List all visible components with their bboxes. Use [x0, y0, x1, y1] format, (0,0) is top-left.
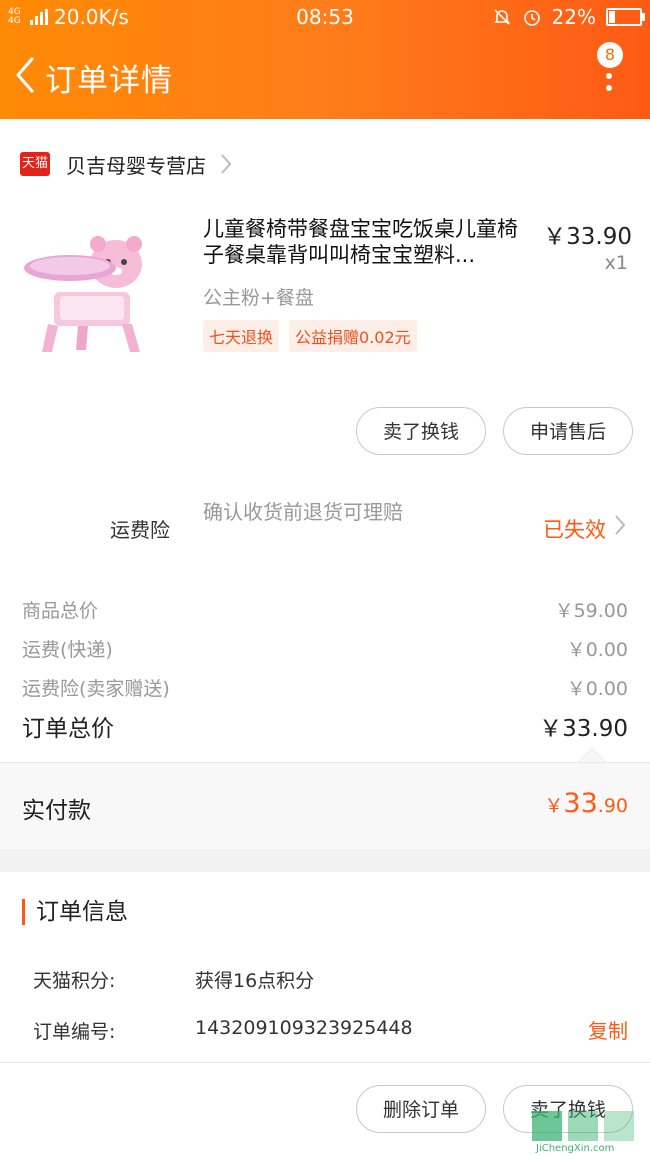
points-label: 天猫积分: [33, 970, 116, 992]
tag-charity: 公益捐赠0.02元 [289, 320, 417, 352]
battery-icon [606, 8, 645, 26]
sell-item-button[interactable]: 卖了换钱 [356, 407, 486, 455]
chevron-left-icon[interactable] [8, 53, 48, 97]
watermark-logo: JiChengXin.com [532, 1111, 634, 1153]
paid-label: 实付款 [22, 798, 91, 824]
chevron-right-icon [221, 154, 232, 174]
after-sale-button[interactable]: 申请售后 [503, 407, 633, 455]
copy-order-number-button[interactable]: 复制 [588, 1015, 628, 1044]
insurance-label: 运费险 [110, 518, 170, 542]
fee-value: ￥59.00 [554, 600, 628, 622]
points-value: 获得16点积分 [195, 970, 315, 992]
more-dot-icon [606, 73, 612, 79]
insurance-status[interactable]: 已失效 [543, 514, 606, 544]
status-bar: 4G 4G 20.0K/s 08:53 22% [0, 0, 650, 34]
watermark-text: JiChengXin.com [535, 1143, 614, 1153]
service-tags: 七天退换 公益捐赠0.02元 [203, 320, 417, 352]
paid-amount-row: 实付款 ￥33.90 [0, 762, 650, 849]
paid-currency: ￥ [544, 795, 564, 817]
fee-row-insurance: 运费险(卖家赠送) ￥0.00 [22, 674, 628, 701]
store-name: 贝吉母婴专营店 [66, 153, 206, 178]
notification-badge: 8 [597, 42, 623, 68]
product-title[interactable]: 儿童餐椅带餐盘宝宝吃饭桌儿童椅子餐桌靠背叫叫椅宝宝塑料... [203, 216, 535, 268]
points-row: 天猫积分: 获得16点积分 [33, 966, 314, 993]
fee-row-goods: 商品总价 ￥59.00 [22, 596, 628, 623]
order-total-value: ￥33.90 [539, 716, 628, 742]
fee-row-shipping: 运费(快递) ￥0.00 [22, 635, 628, 662]
product-sku: 公主粉+餐盘 [203, 287, 314, 309]
product-quantity: x1 [604, 252, 628, 274]
fee-value: ￥0.00 [566, 678, 628, 700]
more-dot-icon [606, 85, 612, 91]
delete-order-button[interactable]: 删除订单 [356, 1085, 486, 1133]
fee-value: ￥0.00 [566, 639, 628, 661]
product-price: ￥33.90 [543, 224, 632, 250]
divider [0, 1062, 650, 1063]
mute-bell-icon [493, 9, 510, 25]
order-product-card: 天猫 贝吉母婴专营店 儿童餐椅带餐盘宝宝吃饭桌儿童椅子餐桌靠背叫叫椅宝宝塑料..… [0, 119, 650, 819]
alarm-icon [523, 10, 540, 26]
paid-caret [578, 748, 606, 762]
order-total-row: 订单总价 ￥33.90 [22, 709, 628, 743]
chevron-right-icon[interactable] [614, 514, 626, 536]
store-link[interactable]: 天猫 贝吉母婴专营店 [20, 149, 232, 179]
app-header: 4G 4G 20.0K/s 08:53 22% 订单详情 8 [0, 0, 650, 119]
battery-percent: 22% [551, 5, 596, 29]
status-right: 22% [492, 5, 645, 29]
order-number-value: 1432091093239254​48 [195, 1017, 413, 1039]
paid-decimal: .90 [597, 795, 628, 817]
order-number-row: 订单编号: 1432091093239254​48 [33, 1017, 413, 1044]
fee-label: 运费(快递) [22, 639, 113, 661]
paid-integer: 33 [563, 788, 598, 819]
tmall-logo: 天猫 [20, 152, 50, 176]
insurance-description: 确认收货前退货可理赔 [203, 500, 403, 524]
battery-fill [609, 11, 616, 23]
tag-return: 七天退换 [203, 320, 280, 352]
order-total-label: 订单总价 [22, 716, 114, 742]
order-info-title: 订单信息 [22, 899, 128, 925]
paid-value: ￥33.90 [544, 788, 628, 819]
order-number-label: 订单编号: [33, 1021, 116, 1043]
fee-label: 运费险(卖家赠送) [22, 678, 170, 700]
page-title: 订单详情 [45, 63, 173, 99]
product-thumbnail[interactable] [18, 234, 154, 354]
more-menu-button[interactable]: 8 [592, 38, 628, 98]
fee-label: 商品总价 [22, 600, 99, 622]
